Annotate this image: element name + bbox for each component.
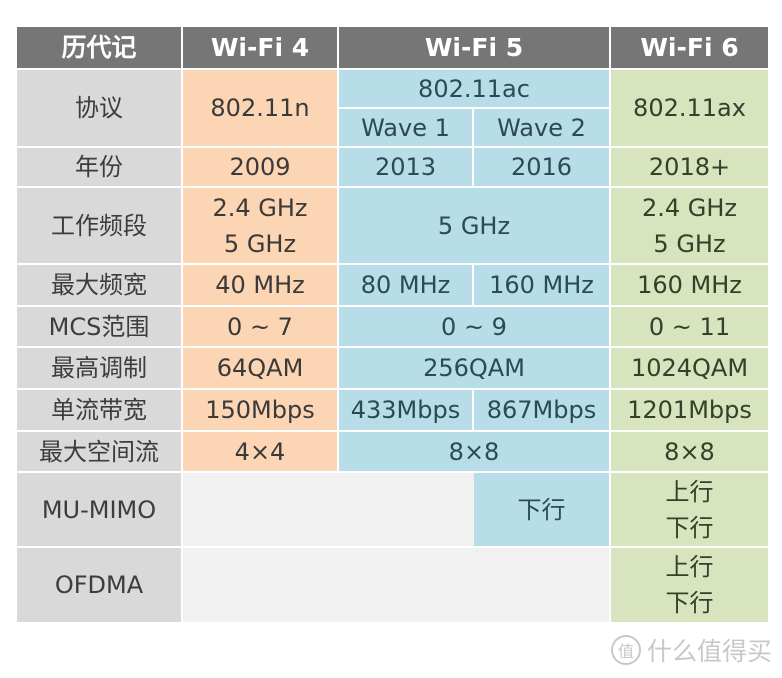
row-label-mcs: MCS范围	[17, 307, 181, 346]
row-label-stream-rate: 单流带宽	[17, 390, 181, 430]
wifi6-ofdma: 上行 下行	[611, 548, 768, 622]
row-label-spatial-streams: 最大空间流	[17, 432, 181, 471]
watermark-text: 什么值得买	[646, 637, 772, 666]
wifi5-wave1-max-bandwidth: 80 MHz	[339, 265, 472, 305]
row-label-band: 工作频段	[17, 188, 181, 263]
wifi6-band-line: 5 GHz	[653, 229, 726, 258]
wifi4-mcs: 0 ~ 7	[183, 307, 337, 346]
wifi4-spatial-streams: 4×4	[183, 432, 337, 471]
wifi6-protocol: 802.11ax	[611, 70, 768, 146]
row-label-ofdma: OFDMA	[17, 548, 181, 622]
row-label-mu-mimo: MU-MIMO	[17, 473, 181, 546]
wifi6-band-line: 2.4 GHz	[641, 193, 738, 222]
wifi4-year: 2009	[183, 148, 337, 186]
wifi5-protocol: 802.11ac	[339, 70, 609, 107]
wifi6-year: 2018+	[611, 148, 768, 186]
wifi6-mcs: 0 ~ 11	[611, 307, 768, 346]
wifi6-max-bandwidth: 160 MHz	[611, 265, 768, 305]
row-label-protocol: 协议	[17, 70, 181, 146]
wifi5-wave1-stream-rate: 433Mbps	[339, 390, 472, 430]
watermark: 值 什么值得买	[610, 632, 772, 668]
wifi6-band: 2.4 GHz 5 GHz	[611, 188, 768, 263]
header-wifi5: Wi-Fi 5	[339, 27, 609, 68]
wifi5-wave2: Wave 2	[474, 109, 609, 146]
wifi5-modulation: 256QAM	[339, 348, 609, 388]
wifi5-band: 5 GHz	[339, 188, 609, 263]
wifi5-spatial-streams: 8×8	[339, 432, 609, 471]
wifi6-stream-rate: 1201Mbps	[611, 390, 768, 430]
wifi4-stream-rate: 150Mbps	[183, 390, 337, 430]
header-label: 历代记	[17, 27, 181, 68]
wifi5-wave2-max-bandwidth: 160 MHz	[474, 265, 609, 305]
wifi4-max-bandwidth: 40 MHz	[183, 265, 337, 305]
wifi6-spatial-streams: 8×8	[611, 432, 768, 471]
wifi5-wave1: Wave 1	[339, 109, 472, 146]
ofdma-empty	[183, 548, 609, 622]
wifi4-band-line: 2.4 GHz	[212, 193, 308, 222]
wifi5-wave2-stream-rate: 867Mbps	[474, 390, 609, 430]
wifi4-protocol: 802.11n	[183, 70, 337, 146]
wifi6-mu-mimo-line: 上行	[665, 477, 714, 506]
header-wifi4: Wi-Fi 4	[183, 27, 337, 68]
row-label-year: 年份	[17, 148, 181, 186]
row-label-modulation: 最高调制	[17, 348, 181, 388]
watermark-logo-icon: 值	[610, 635, 641, 665]
wifi6-mu-mimo: 上行 下行	[611, 473, 768, 546]
wifi4-modulation: 64QAM	[183, 348, 337, 388]
wifi6-modulation: 1024QAM	[611, 348, 768, 388]
wifi6-ofdma-line: 下行	[665, 589, 714, 617]
wifi4-band: 2.4 GHz 5 GHz	[183, 188, 337, 263]
wifi5-wave2-mu-mimo: 下行	[474, 473, 609, 546]
wifi4-band-line: 5 GHz	[223, 229, 297, 258]
mu-mimo-empty	[183, 473, 474, 546]
wifi5-wave2-year: 2016	[474, 148, 609, 186]
header-wifi6: Wi-Fi 6	[611, 27, 768, 68]
wifi5-wave1-year: 2013	[339, 148, 472, 186]
wifi6-ofdma-line: 上行	[665, 553, 714, 581]
wifi5-mcs: 0 ~ 9	[339, 307, 609, 346]
wifi6-mu-mimo-line: 下行	[665, 513, 714, 542]
row-label-max-bandwidth: 最大频宽	[17, 265, 181, 305]
